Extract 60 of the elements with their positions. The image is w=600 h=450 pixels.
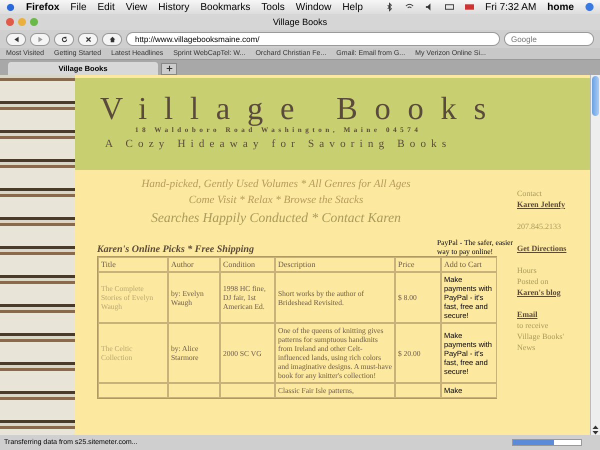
- slogan: Hand-picked, Gently Used Volumes * All Genres for All Ages: [140, 177, 412, 192]
- column-header: Description: [275, 257, 395, 272]
- user-name[interactable]: home: [547, 2, 574, 12]
- sidebar-text: 207.845.2133: [517, 221, 562, 232]
- table-cell: [168, 383, 220, 398]
- sidebar-text: Contact: [517, 188, 543, 199]
- address-bar[interactable]: http://www.villagebooksmaine.com/: [126, 32, 500, 46]
- close-icon: [84, 36, 92, 42]
- tagline: A Cozy Hideaway for Savoring Books: [104, 138, 452, 150]
- menu-item[interactable]: File: [70, 2, 87, 12]
- scrollbar[interactable]: [590, 75, 600, 435]
- new-tab-button[interactable]: [161, 63, 177, 75]
- close-button[interactable]: [6, 18, 14, 26]
- sidebar-link[interactable]: Karen's blog: [517, 287, 590, 298]
- menu-item[interactable]: View: [126, 2, 148, 12]
- window-title: Village Books: [272, 17, 328, 27]
- menu-item[interactable]: Window: [296, 2, 332, 12]
- sidebar-text: Hours: [517, 265, 538, 276]
- home-button[interactable]: [102, 32, 122, 46]
- sidebar-text: Posted on: [517, 276, 550, 287]
- column-header: Add to Cart: [441, 257, 497, 272]
- column-header: Title: [98, 257, 168, 272]
- progress-bar: [512, 439, 582, 446]
- sidebar-text: Village Books': [517, 331, 565, 342]
- column-header: Author: [168, 257, 220, 272]
- section-heading: Karen's Online Picks * Free Shipping: [97, 244, 254, 255]
- back-button[interactable]: [6, 32, 26, 46]
- menu-item[interactable]: Bookmarks: [200, 2, 250, 12]
- menu-item[interactable]: Tools: [261, 2, 285, 12]
- battery-icon: [445, 2, 454, 12]
- menu-item[interactable]: Edit: [98, 2, 115, 12]
- menu-item[interactable]: Firefox: [26, 2, 60, 12]
- search-icon: [584, 2, 594, 12]
- plus-icon: [166, 65, 172, 72]
- column-header: Price: [395, 257, 441, 272]
- site-title: Village Books: [100, 92, 504, 124]
- reload-button[interactable]: [54, 32, 74, 46]
- back-arrow-icon: [12, 36, 20, 42]
- sidebar-text: News: [517, 342, 536, 353]
- table-cell: [220, 383, 275, 398]
- house-icon: [108, 36, 116, 42]
- bluetooth-icon: [384, 2, 394, 12]
- forward-arrow-icon: [36, 36, 44, 42]
- reload-icon: [60, 36, 68, 42]
- table-cell: [98, 383, 168, 398]
- search-field[interactable]: Google: [504, 32, 594, 46]
- stop-button[interactable]: [78, 32, 98, 46]
- scroll-arrows-icon[interactable]: [591, 425, 600, 435]
- sidebar-text: to receive: [517, 320, 550, 331]
- sidebar-link[interactable]: Get Directions: [517, 243, 590, 254]
- slogan: Come Visit * Relax * Browse the Stacks: [188, 193, 364, 208]
- menu-item[interactable]: History: [158, 2, 190, 12]
- sidebar-link[interactable]: Karen Jelenfy: [517, 199, 590, 210]
- table-cell: [395, 383, 441, 398]
- flag-icon: [465, 2, 474, 12]
- menu-item[interactable]: Help: [342, 2, 363, 12]
- column-header: Condition: [220, 257, 275, 272]
- clock: Fri 7:32 AM: [485, 2, 536, 12]
- scroll-thumb[interactable]: [592, 76, 599, 116]
- sidebar-link[interactable]: Email: [517, 309, 590, 320]
